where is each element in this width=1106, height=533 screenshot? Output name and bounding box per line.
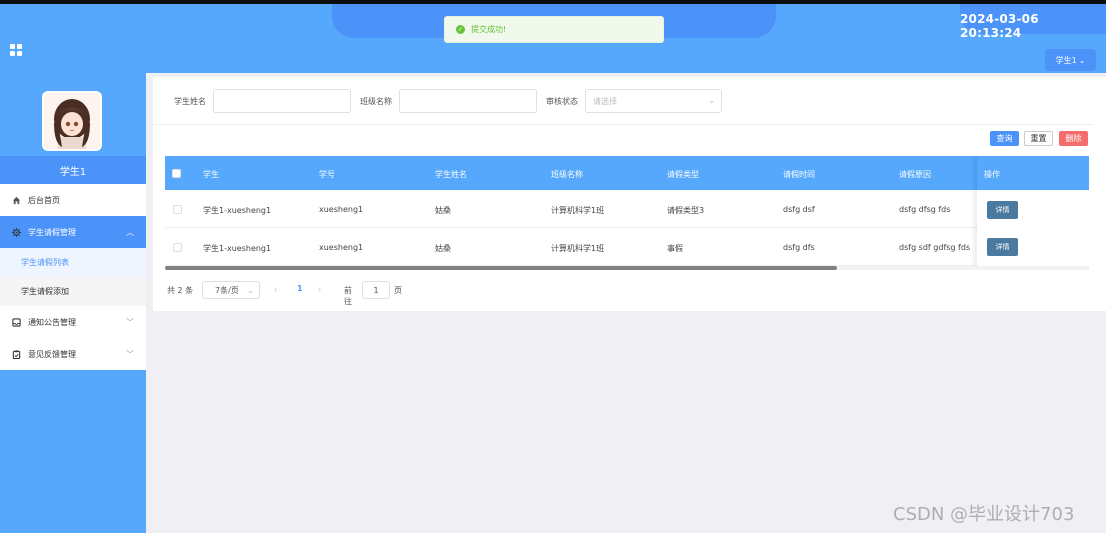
cell-leave-type: 事假 [667, 244, 683, 253]
query-button[interactable]: 查询 [990, 131, 1019, 146]
clipboard-icon [11, 349, 21, 359]
column-header: 学生姓名 [435, 170, 467, 179]
chevron-down-icon: ⌄ [1078, 55, 1086, 65]
sidebar-item-home[interactable]: 后台首页 [0, 184, 146, 216]
datetime-display: 2024-03-06 20:13:24 [960, 12, 1039, 40]
next-page-icon[interactable]: › [318, 285, 321, 294]
sidebar-subitem-leave-add[interactable]: 学生请假添加 [0, 277, 146, 306]
sidebar-item-feedback-management[interactable]: 意见反馈管理 ﹀ [0, 338, 146, 370]
menu-grid-icon[interactable] [10, 44, 22, 56]
column-header: 操作 [977, 156, 1089, 190]
search-form: 学生姓名 班级名称 审核状态 请选择 ⌄ [153, 77, 1093, 125]
cell-student: 学生1-xuesheng1 [203, 206, 272, 215]
column-header: 请假时间 [783, 170, 815, 179]
page-size-select[interactable]: 7条/页 ⌄ [202, 281, 260, 299]
sidebar-item-label: 后台首页 [28, 195, 60, 205]
review-status-label: 审核状态 [546, 97, 578, 106]
student-name-label: 学生姓名 [174, 97, 206, 106]
chevron-down-icon: ⌄ [247, 286, 254, 295]
review-status-placeholder: 请选择 [593, 96, 617, 106]
chevron-down-icon: ﹀ [126, 318, 134, 327]
pagination-total: 共 2 条 [167, 286, 194, 295]
select-all-checkbox[interactable] [172, 169, 181, 178]
main-panel: 学生姓名 班级名称 审核状态 请选择 ⌄ 查询 重置 删除 学生 学号 学生姓名… [153, 77, 1106, 311]
sidebar-menu: 后台首页 学生请假管理 ︿ 学生请假列表 学生请假添加 通知公告管理 ﹀ 意见反… [0, 184, 146, 370]
cell-student-name: 姑桑 [435, 206, 451, 215]
sidebar-item-label: 通知公告管理 [28, 317, 76, 327]
chevron-down-icon: ﹀ [126, 350, 134, 359]
cell-student: 学生1-xuesheng1 [203, 244, 272, 253]
sidebar-subitem-leave-list[interactable]: 学生请假列表 [0, 248, 146, 277]
user-menu-label: 学生1 [1055, 55, 1077, 65]
page-suffix-label: 页 [394, 286, 402, 295]
prev-page-icon[interactable]: ‹ [274, 285, 277, 294]
sidebar-profile [0, 76, 146, 156]
column-header: 请假原因 [899, 170, 931, 179]
detail-button[interactable]: 详情 [987, 238, 1018, 256]
inbox-icon [11, 317, 21, 327]
cell-leave-time: dsfg dsf [783, 205, 815, 214]
column-header: 学号 [319, 170, 335, 179]
cell-class-name: 计算机科学1班 [551, 244, 605, 253]
gear-icon [11, 227, 21, 237]
avatar [42, 91, 102, 151]
student-name-input[interactable] [213, 89, 351, 113]
page-size-value: 7条/页 [215, 285, 239, 295]
column-header: 班级名称 [551, 170, 583, 179]
goto-page-input[interactable]: 1 [362, 281, 390, 299]
cell-leave-reason: dsfg sdf gdfsg fds [899, 243, 971, 252]
reset-button[interactable]: 重置 [1024, 131, 1053, 146]
success-toast: ✓ 提交成功! [444, 16, 664, 43]
cell-leave-time: dsfg dfs [783, 243, 815, 252]
goto-label: 前往 [344, 286, 352, 306]
operation-column: 操作 详情 详情 [977, 156, 1089, 266]
column-header: 学生 [203, 170, 219, 179]
class-name-input[interactable] [399, 89, 537, 113]
scrollbar-thumb[interactable] [165, 266, 837, 270]
table-row: 学生1-xuesheng1 xuesheng1 姑桑 计算机科学1班 事假 ds… [165, 228, 1089, 266]
cell-class-name: 计算机科学1班 [551, 206, 605, 215]
home-icon [11, 195, 21, 205]
toast-message: 提交成功! [471, 25, 507, 34]
cell-student-id: xuesheng1 [319, 243, 364, 252]
sidebar-item-label: 意见反馈管理 [28, 349, 76, 359]
user-menu-button[interactable]: 学生1 ⌄ [1045, 49, 1096, 71]
sidebar-item-label: 学生请假管理 [28, 227, 76, 237]
sidebar: 学生1 后台首页 学生请假管理 ︿ 学生请假列表 学生请假添加 通知公告管理 ﹀ [0, 73, 146, 533]
success-check-icon: ✓ [456, 25, 465, 34]
delete-button[interactable]: 删除 [1059, 131, 1088, 146]
row-checkbox[interactable] [173, 243, 182, 252]
detail-button[interactable]: 详情 [987, 201, 1018, 219]
column-header: 请假类型 [667, 170, 699, 179]
leave-table: 学生 学号 学生姓名 班级名称 请假类型 请假时间 请假原因 学生1-xuesh… [165, 156, 1089, 270]
row-checkbox[interactable] [173, 205, 182, 214]
cell-leave-reason: dsfg dfsg fds [899, 205, 951, 214]
sidebar-item-notice-management[interactable]: 通知公告管理 ﹀ [0, 306, 146, 338]
table-row: 学生1-xuesheng1 xuesheng1 姑桑 计算机科学1班 请假类型3… [165, 190, 1089, 228]
chevron-down-icon: ⌄ [708, 96, 715, 105]
page-number-current[interactable]: 1 [297, 284, 303, 293]
chevron-up-icon: ︿ [126, 228, 134, 237]
table-header: 学生 学号 学生姓名 班级名称 请假类型 请假时间 请假原因 [165, 156, 1089, 190]
sidebar-username: 学生1 [0, 156, 146, 184]
cell-student-id: xuesheng1 [319, 205, 364, 214]
watermark: CSDN @毕业设计703 [893, 504, 1075, 525]
table-horizontal-scrollbar[interactable] [165, 266, 1089, 270]
cell-leave-type: 请假类型3 [667, 206, 705, 215]
class-name-label: 班级名称 [360, 97, 392, 106]
review-status-select[interactable]: 请选择 ⌄ [585, 89, 722, 113]
clock-panel: 2024-03-06 20:13:24 [960, 4, 1106, 40]
sidebar-item-leave-management[interactable]: 学生请假管理 ︿ [0, 216, 146, 248]
cell-student-name: 姑桑 [435, 244, 451, 253]
